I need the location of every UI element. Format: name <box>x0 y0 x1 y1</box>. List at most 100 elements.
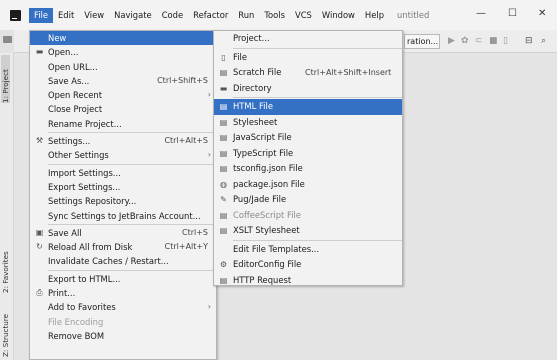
new-menu-item-file[interactable]: ▯ File <box>214 50 402 66</box>
menu-separator <box>48 163 216 165</box>
file-menu-item-settings[interactable]: ⚒ Settings... Ctrl+Alt+S <box>30 134 216 148</box>
new-menu-item-package-json-file[interactable]: ◍ package.json File <box>214 177 402 193</box>
project-toolbar-strip <box>0 30 14 53</box>
new-menu-item-http-request[interactable]: ▤ HTTP Request <box>214 273 402 289</box>
scratch-icon: ▤ <box>219 68 228 77</box>
menu-item-label: New <box>48 33 67 43</box>
reload-icon: ↻ <box>36 242 43 252</box>
file-menu-item-print[interactable]: ⎙ Print... <box>30 286 216 300</box>
menu-item-label: JavaScript File <box>233 132 292 142</box>
menu-item-label: Other Settings <box>48 150 109 161</box>
new-menu-item-javascript-file[interactable]: ▤ JavaScript File <box>214 130 402 146</box>
sdk-icon[interactable]: ▯ <box>503 36 508 46</box>
shortcut-label: Ctrl+Alt+Y <box>164 242 208 252</box>
file-menu-item-rename-project[interactable]: Rename Project... <box>30 117 216 131</box>
menu-refactor[interactable]: Refactor <box>188 8 233 23</box>
debug-icon[interactable]: ✿ <box>461 36 469 46</box>
close-button[interactable]: ✕ <box>538 8 546 19</box>
file-menu-item-new[interactable]: New <box>30 31 216 46</box>
new-menu-item-directory[interactable]: ▬ Directory <box>214 81 402 97</box>
file-menu-item-invalidate-caches-restart[interactable]: Invalidate Caches / Restart... <box>30 254 216 268</box>
file-menu-item-open-recent[interactable]: Open Recent › <box>30 88 216 102</box>
menu-separator <box>48 269 216 271</box>
save-icon: ▣ <box>35 227 44 237</box>
shortcut-label: Ctrl+Alt+Shift+Insert <box>305 68 392 77</box>
file-menu-item-sync-settings-to-jetbrains-account[interactable]: Sync Settings to JetBrains Account... <box>30 209 216 223</box>
file-menu-item-remove-bom[interactable]: Remove BOM <box>30 329 216 343</box>
file-menu-item-open-url[interactable]: Open URL... <box>30 60 216 74</box>
menu-item-label: Open URL... <box>48 61 98 72</box>
file-menu-item-save-as[interactable]: Save As... Ctrl+Shift+S <box>30 74 216 88</box>
menu-file[interactable]: File <box>29 8 54 23</box>
menu-separator <box>233 97 402 98</box>
file-menu-item-add-to-favorites[interactable]: Add to Favorites › <box>30 300 216 314</box>
html-icon: ▤ <box>219 102 228 111</box>
menu-item-label: Invalidate Caches / Restart... <box>48 256 169 267</box>
menu-navigate[interactable]: Navigate <box>109 8 157 23</box>
file-menu-item-reload-all-from-disk[interactable]: ↻ Reload All from Disk Ctrl+Alt+Y <box>30 240 216 254</box>
print-icon: ⎙ <box>36 288 43 298</box>
menu-separator <box>48 132 216 134</box>
maximize-button[interactable]: ☐ <box>508 8 517 19</box>
chevron-right-icon: › <box>207 150 211 160</box>
run-configuration-select[interactable]: ration... <box>404 34 440 49</box>
menu-item-label: HTTP Request <box>233 274 292 285</box>
menu-item-label: Rename Project... <box>48 118 122 129</box>
side-tab-project[interactable]: 1: Project <box>1 55 10 103</box>
file-menu-item-export-to-html[interactable]: Export to HTML... <box>30 272 216 286</box>
file-menu-item-export-settings[interactable]: Export Settings... <box>30 180 216 194</box>
css-icon: ▤ <box>219 117 228 127</box>
run-icon[interactable]: ▶ <box>448 36 455 46</box>
new-menu-item-edit-file-templates[interactable]: Edit File Templates... <box>214 242 402 258</box>
menu-window[interactable]: Window <box>317 8 360 23</box>
menu-run[interactable]: Run <box>233 8 259 23</box>
menu-item-label: Import Settings... <box>48 167 121 178</box>
menu-bar: File Edit View Navigate Code Refactor Run Tools… <box>29 8 389 23</box>
menu-item-label: Project... <box>233 33 270 43</box>
window-title: untitled <box>397 10 430 20</box>
menu-view[interactable]: View <box>79 8 109 23</box>
menu-help[interactable]: Help <box>360 8 389 23</box>
file-menu-item-settings-repository[interactable]: Settings Repository... <box>30 194 216 208</box>
menu-tools[interactable]: Tools <box>259 8 290 23</box>
file-icon: ▯ <box>221 52 226 62</box>
new-menu-item-typescript-file[interactable]: ▤ TypeScript File <box>214 146 402 162</box>
layout-icon[interactable]: ⊟ <box>525 36 533 46</box>
menu-item-label: TypeScript File <box>233 147 294 158</box>
file-menu-item-import-settings[interactable]: Import Settings... <box>30 166 216 180</box>
new-menu-item-project[interactable]: Project... <box>214 31 402 47</box>
minimize-button[interactable]: — <box>476 8 486 19</box>
side-tab-structure[interactable]: Z: Structure <box>1 303 10 357</box>
ts-icon: ▤ <box>219 148 228 158</box>
new-menu-item-coffeescript-file[interactable]: ▤ CoffeeScript File <box>214 208 402 224</box>
shortcut-label: Ctrl+Alt+S <box>164 136 208 146</box>
directory-icon: ▬ <box>219 83 228 93</box>
side-tab-favorites[interactable]: 2: Favorites <box>1 233 10 293</box>
menu-edit[interactable]: Edit <box>53 8 79 23</box>
coverage-icon[interactable]: ⊂ <box>475 36 483 46</box>
menu-item-label: Open Recent <box>48 90 102 101</box>
tool-window-strip: 1: Project 2: Favorites Z: Structure <box>0 53 14 360</box>
new-menu-item-scratch-file[interactable]: ▤ Scratch File Ctrl+Alt+Shift+Insert <box>214 65 402 81</box>
new-menu-item-html-file[interactable]: ▤ HTML File <box>214 99 402 115</box>
menu-item-label: Edit File Templates... <box>233 243 320 254</box>
menu-item-label: File <box>233 51 248 62</box>
file-menu-item-save-all[interactable]: ▣ Save All Ctrl+S <box>30 226 216 240</box>
menu-item-label: Scratch File <box>233 67 282 77</box>
new-menu-item-editorconfig-file[interactable]: ⚙ EditorConfig File <box>214 257 402 273</box>
file-menu-item-other-settings[interactable]: Other Settings › <box>30 148 216 162</box>
new-menu-item-xslt-stylesheet[interactable]: ▤ XSLT Stylesheet <box>214 223 402 239</box>
file-menu-item-open[interactable]: ▬ Open... <box>30 45 216 59</box>
stop-icon[interactable]: ■ <box>489 36 498 46</box>
search-icon[interactable]: ⌕ <box>541 36 546 46</box>
file-menu-item-close-project[interactable]: Close Project <box>30 102 216 116</box>
menu-vcs[interactable]: VCS <box>290 8 317 23</box>
menu-item-label: Export to HTML... <box>48 273 121 284</box>
menu-code[interactable]: Code <box>157 8 188 23</box>
new-menu-item-stylesheet[interactable]: ▤ Stylesheet <box>214 115 402 131</box>
folder-icon <box>3 36 12 43</box>
menu-item-label: Open... <box>48 47 79 58</box>
menu-separator <box>233 239 402 241</box>
new-menu-item-pug-jade-file[interactable]: ✎ Pug/Jade File <box>214 192 402 208</box>
new-menu-item-tsconfig-json-file[interactable]: ▤ tsconfig.json File <box>214 161 402 177</box>
